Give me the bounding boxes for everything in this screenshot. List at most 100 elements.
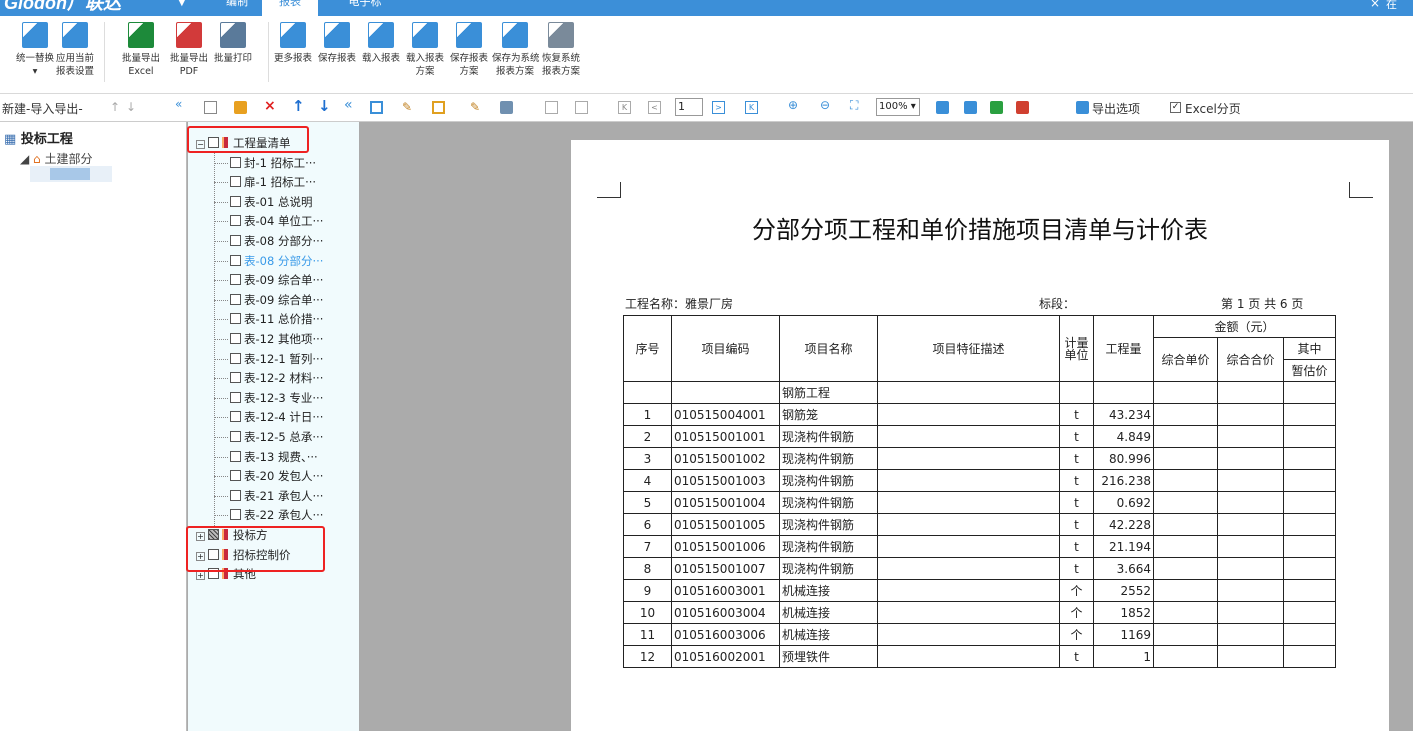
tree-checkbox[interactable] <box>230 195 241 207</box>
load-scheme-button[interactable]: 载入报表 方案 <box>402 22 448 94</box>
export-options-button[interactable]: 导出选项 <box>1092 100 1140 117</box>
tree-checkbox[interactable] <box>230 489 241 501</box>
tree-item[interactable]: 表-12 其他项··· <box>214 330 323 348</box>
save-scheme-button[interactable]: 保存报表 方案 <box>446 22 492 94</box>
close-icon[interactable]: × <box>1370 0 1380 10</box>
new-report-icon[interactable] <box>204 101 217 114</box>
tree-item[interactable]: 表-22 承包人··· <box>214 506 323 524</box>
tree-checkbox[interactable] <box>230 470 241 482</box>
tree-item[interactable]: 表-13 规费、··· <box>214 448 318 466</box>
tree-checkbox[interactable] <box>230 431 241 442</box>
move-down-blue-icon[interactable]: ↓ <box>318 97 331 115</box>
tree-checkbox[interactable] <box>230 313 241 325</box>
tab-tender[interactable]: 电子标 <box>330 0 400 16</box>
single-page-icon[interactable] <box>545 101 558 114</box>
last-page-icon[interactable]: K <box>745 101 758 114</box>
export-icon-2[interactable] <box>964 101 977 114</box>
blurred-node <box>30 166 112 182</box>
tree-checkbox[interactable] <box>230 411 241 423</box>
fit-page-icon[interactable]: ⛶ <box>850 98 858 113</box>
zoom-select[interactable]: 100% ▾ <box>876 98 920 116</box>
design-icon[interactable]: ✎ <box>402 100 412 114</box>
batch-print-button[interactable]: 批量打印 <box>210 22 256 94</box>
zoom-out-icon[interactable]: ⊖ <box>820 98 830 112</box>
tree-item[interactable]: 表-09 综合单··· <box>214 271 323 289</box>
tree-item[interactable]: 表-12-1 暂列··· <box>214 350 323 368</box>
table-cell: 个 <box>1059 579 1094 602</box>
restore-system-button[interactable]: 恢复系统 报表方案 <box>538 22 584 94</box>
load-report-button[interactable]: 载入报表 <box>358 22 404 94</box>
tree-item[interactable]: 表-20 发包人··· <box>214 467 323 485</box>
tree-item[interactable]: 表-09 综合单··· <box>214 291 323 309</box>
prev-page-icon[interactable]: < <box>648 101 661 114</box>
tree-checkbox[interactable] <box>230 352 241 364</box>
tree-checkbox[interactable] <box>230 293 241 305</box>
apply-current-button[interactable]: 应用当前 报表设置 <box>52 22 98 94</box>
batch-excel-button[interactable]: 批量导出 Excel <box>118 22 164 94</box>
edit-icon[interactable]: ✎ <box>470 100 480 114</box>
move-down-icon[interactable]: ↓ <box>126 100 136 114</box>
tree-checkbox[interactable] <box>230 254 241 266</box>
tree-checkbox[interactable] <box>230 176 241 188</box>
move-up-blue-icon[interactable]: ↑ <box>292 97 305 115</box>
table-cell: 机械连接 <box>779 601 878 624</box>
tree-item[interactable]: 表-01 总说明 <box>214 193 312 211</box>
table-cell: 现浇构件钢筋 <box>779 469 878 492</box>
first-page-icon[interactable]: K <box>618 101 631 114</box>
move-up-icon[interactable]: ↑ <box>110 100 120 114</box>
tree-checkbox[interactable] <box>230 450 241 462</box>
tree-checkbox[interactable] <box>230 215 241 227</box>
tree-item[interactable]: 表-11 总价措··· <box>214 310 323 328</box>
export-options-icon[interactable] <box>1076 101 1089 114</box>
tree-checkbox[interactable] <box>230 235 241 246</box>
tab-report[interactable]: 报表 <box>262 0 318 16</box>
collapse-panel-icon[interactable]: « <box>175 97 182 111</box>
table-cell <box>1283 425 1336 448</box>
batch-excel-icon <box>128 22 154 48</box>
next-page-icon[interactable]: > <box>712 101 725 114</box>
save-report-button[interactable]: 保存报表 <box>314 22 360 94</box>
add-folder-icon[interactable] <box>234 101 247 114</box>
tree-checkbox[interactable] <box>230 372 241 384</box>
tree-checkbox[interactable] <box>230 509 241 521</box>
export-pdf-icon[interactable] <box>1016 101 1029 114</box>
tree-item[interactable]: 表-12-3 专业··· <box>214 389 323 407</box>
project-sub-node[interactable]: ◢ ⌂ 土建部分 <box>20 150 93 167</box>
delete-icon[interactable]: × <box>264 98 276 114</box>
tree-item[interactable]: 表-21 承包人··· <box>214 487 323 505</box>
tab-edit[interactable]: 编制 <box>214 0 260 16</box>
tree-item[interactable]: 表-08 分部分··· <box>214 232 323 250</box>
double-page-icon[interactable] <box>575 101 588 114</box>
tree-checkbox[interactable] <box>230 391 241 403</box>
col-unit-price: 综合单价 <box>1153 337 1218 382</box>
excel-page-checkbox[interactable]: ✓ <box>1170 102 1181 113</box>
expand-icon[interactable]: + <box>196 571 205 581</box>
page-setup-icon[interactable] <box>432 101 445 114</box>
tree-item[interactable]: 表-12-2 材料··· <box>214 369 323 387</box>
edit-report-icon[interactable] <box>370 101 383 114</box>
page-number-input[interactable]: 1 <box>675 98 703 116</box>
tree-checkbox[interactable] <box>230 156 241 168</box>
export-icon-1[interactable] <box>936 101 949 114</box>
print-icon[interactable] <box>500 101 513 114</box>
user-status[interactable]: 在 <box>1386 0 1397 12</box>
tree-checkbox[interactable] <box>230 274 241 286</box>
collapse-tree-icon[interactable]: « <box>344 97 353 113</box>
tree-item[interactable]: 封-1 招标工··· <box>214 154 316 172</box>
tree-checkbox[interactable] <box>230 333 241 344</box>
load-scheme-label: 载入报表 <box>405 53 444 64</box>
more-reports-button[interactable]: 更多报表 <box>270 22 316 94</box>
save-system-button[interactable]: 保存为系统 报表方案 <box>492 22 540 94</box>
zoom-in-icon[interactable]: ⊕ <box>788 98 798 112</box>
save-report-label: 保存报表 <box>317 53 356 64</box>
tree-item[interactable]: 扉-1 招标工··· <box>214 173 316 191</box>
export-excel-icon[interactable] <box>990 101 1003 114</box>
tree-item[interactable]: 表-04 单位工··· <box>214 212 323 230</box>
new-import-export-menu[interactable]: 新建-导入导出- <box>2 100 83 117</box>
logo-dropdown-icon[interactable]: ▼ <box>178 0 186 8</box>
tree-item[interactable]: 表-12-5 总承··· <box>214 428 323 446</box>
tree-item[interactable]: 表-08 分部分··· <box>214 252 323 270</box>
tree-item[interactable]: 表-12-4 计日··· <box>214 408 323 426</box>
project-root[interactable]: ▦ 投标工程 <box>4 128 73 147</box>
batch-pdf-button[interactable]: 批量导出 PDF <box>166 22 212 94</box>
